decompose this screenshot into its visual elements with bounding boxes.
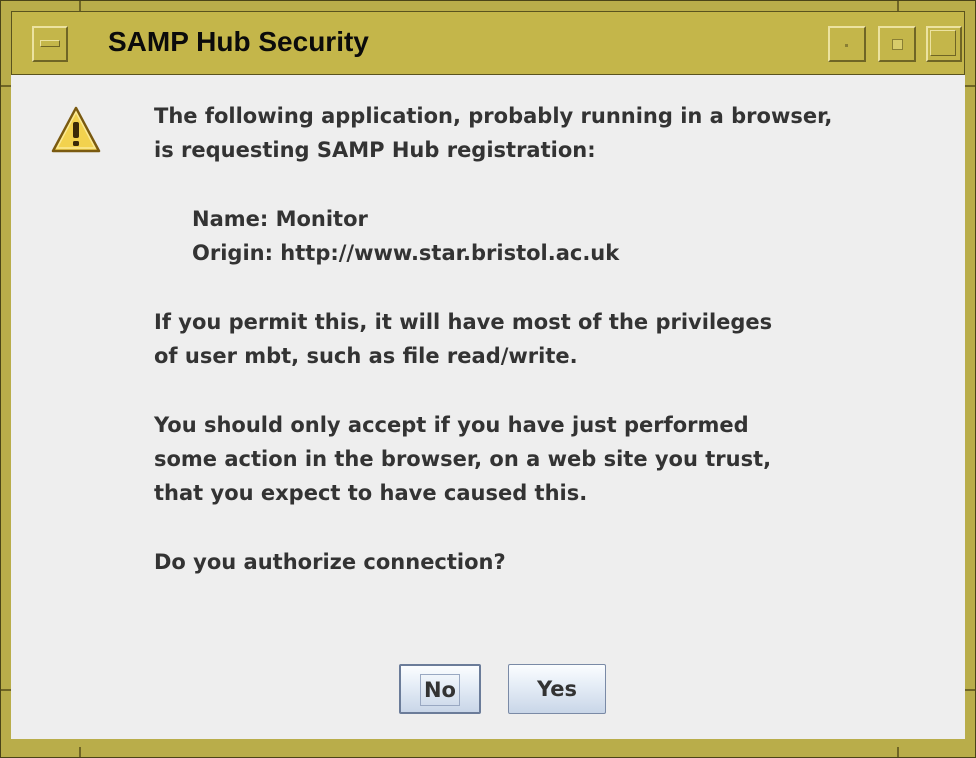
dialog-message: The following application, probably runn… bbox=[154, 99, 954, 579]
resize-grip[interactable] bbox=[897, 747, 899, 757]
intro-text: The following application, probably runn… bbox=[154, 104, 833, 128]
window-title: SAMP Hub Security bbox=[108, 26, 369, 57]
menu-icon bbox=[40, 40, 60, 47]
maximize-icon bbox=[892, 39, 903, 50]
resize-grip[interactable] bbox=[897, 1, 899, 11]
title-bar[interactable]: SAMP Hub Security bbox=[11, 11, 965, 75]
privilege-text: If you permit this, it will have most of… bbox=[154, 310, 773, 334]
app-origin-text: Origin: http://www.star.bristol.ac.uk bbox=[192, 241, 620, 265]
dialog-window: SAMP Hub Security The following applicat… bbox=[0, 0, 976, 758]
advice-text: You should only accept if you have just … bbox=[154, 413, 749, 437]
resize-grip[interactable] bbox=[79, 1, 81, 11]
close-icon bbox=[930, 30, 956, 56]
advice-text: some action in the browser, on a web sit… bbox=[154, 447, 772, 471]
button-row: No Yes bbox=[11, 664, 965, 714]
close-button[interactable] bbox=[926, 26, 962, 62]
window-menu-button[interactable] bbox=[32, 26, 68, 62]
minimize-icon bbox=[845, 44, 848, 47]
resize-grip[interactable] bbox=[79, 747, 81, 757]
question-text: Do you authorize connection? bbox=[154, 550, 506, 574]
no-button[interactable]: No bbox=[399, 664, 481, 714]
yes-button[interactable]: Yes bbox=[508, 664, 606, 714]
no-button-label: No bbox=[419, 674, 460, 706]
warning-icon bbox=[51, 106, 101, 153]
resize-grip[interactable] bbox=[965, 689, 975, 691]
privilege-text: of user mbt, such as file read/write. bbox=[154, 344, 578, 368]
resize-grip[interactable] bbox=[1, 85, 11, 87]
maximize-button[interactable] bbox=[878, 26, 916, 62]
app-name-text: Name: Monitor bbox=[192, 207, 368, 231]
resize-grip[interactable] bbox=[1, 689, 11, 691]
resize-grip[interactable] bbox=[965, 85, 975, 87]
advice-text: that you expect to have caused this. bbox=[154, 481, 588, 505]
intro-text: is requesting SAMP Hub registration: bbox=[154, 138, 596, 162]
minimize-button[interactable] bbox=[828, 26, 866, 62]
dialog-content: The following application, probably runn… bbox=[11, 75, 965, 739]
